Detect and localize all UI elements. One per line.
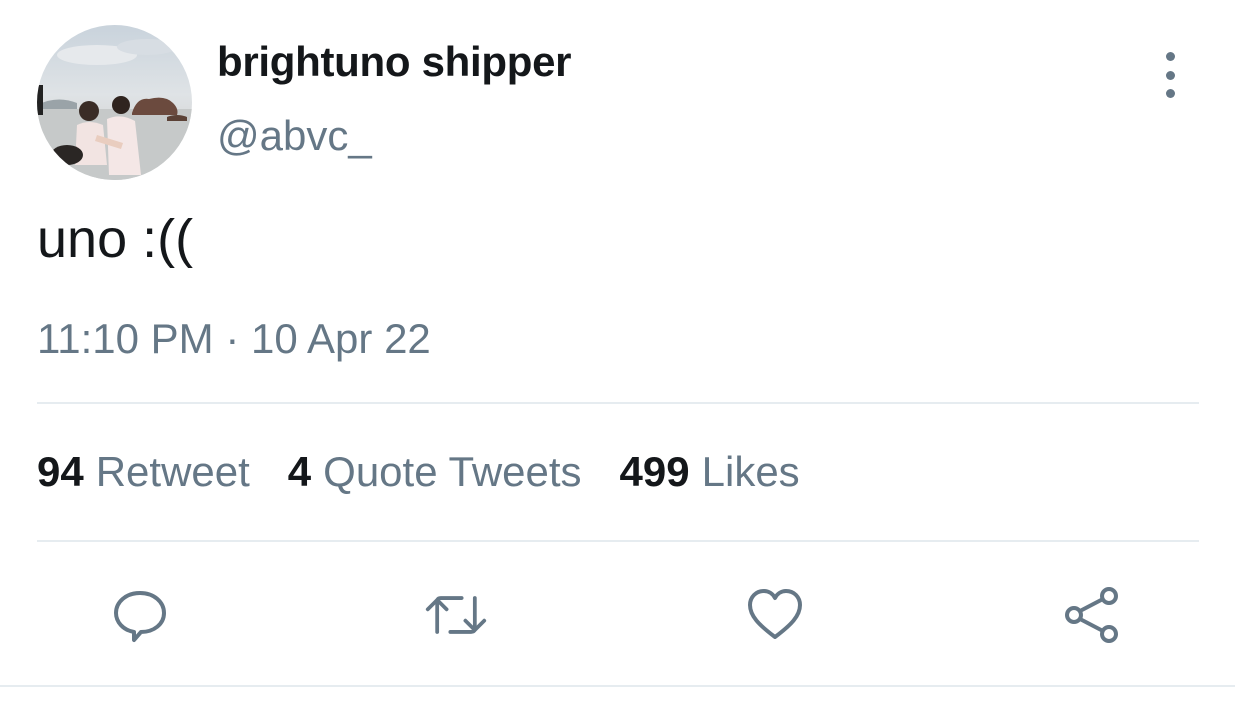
- likes-stat[interactable]: 499 Likes: [620, 448, 800, 496]
- divider: [37, 540, 1199, 542]
- more-dot: [1165, 52, 1175, 61]
- more-dot: [1165, 89, 1175, 98]
- avatar-photo: [37, 25, 192, 180]
- share-icon: [1065, 587, 1118, 643]
- tweet-detail: brightuno shipper @abvc_ uno :(( 11:10 P…: [0, 0, 1235, 705]
- more-vertical-icon[interactable]: [1150, 52, 1190, 98]
- retweets-count: 94: [37, 448, 84, 495]
- heart-icon: [748, 589, 802, 639]
- tweet-stats: 94 Retweet 4 Quote Tweets 499 Likes: [37, 448, 800, 496]
- display-name[interactable]: brightuno shipper: [217, 38, 572, 86]
- like-button[interactable]: [743, 583, 807, 647]
- quotes-stat[interactable]: 4 Quote Tweets: [288, 448, 582, 496]
- likes-label: Likes: [701, 448, 800, 495]
- divider: [37, 402, 1199, 404]
- tweet-text: uno :((: [37, 209, 194, 269]
- retweets-stat[interactable]: 94 Retweet: [37, 448, 250, 496]
- reply-icon: [114, 591, 166, 642]
- more-dot: [1165, 70, 1175, 80]
- avatar[interactable]: [37, 25, 192, 180]
- retweet-icon: [425, 596, 487, 634]
- share-button[interactable]: [1060, 583, 1124, 647]
- user-handle[interactable]: @abvc_: [217, 112, 372, 160]
- reply-button[interactable]: [108, 583, 172, 647]
- quotes-count: 4: [287, 448, 312, 495]
- quotes-label: Quote Tweets: [323, 448, 582, 495]
- retweets-label: Retweet: [95, 448, 250, 495]
- divider: [0, 685, 1235, 687]
- tweet-timestamp[interactable]: 11:10 PM · 10 Apr 22: [37, 315, 431, 363]
- likes-count: 499: [619, 448, 690, 495]
- retweet-button[interactable]: [424, 583, 488, 647]
